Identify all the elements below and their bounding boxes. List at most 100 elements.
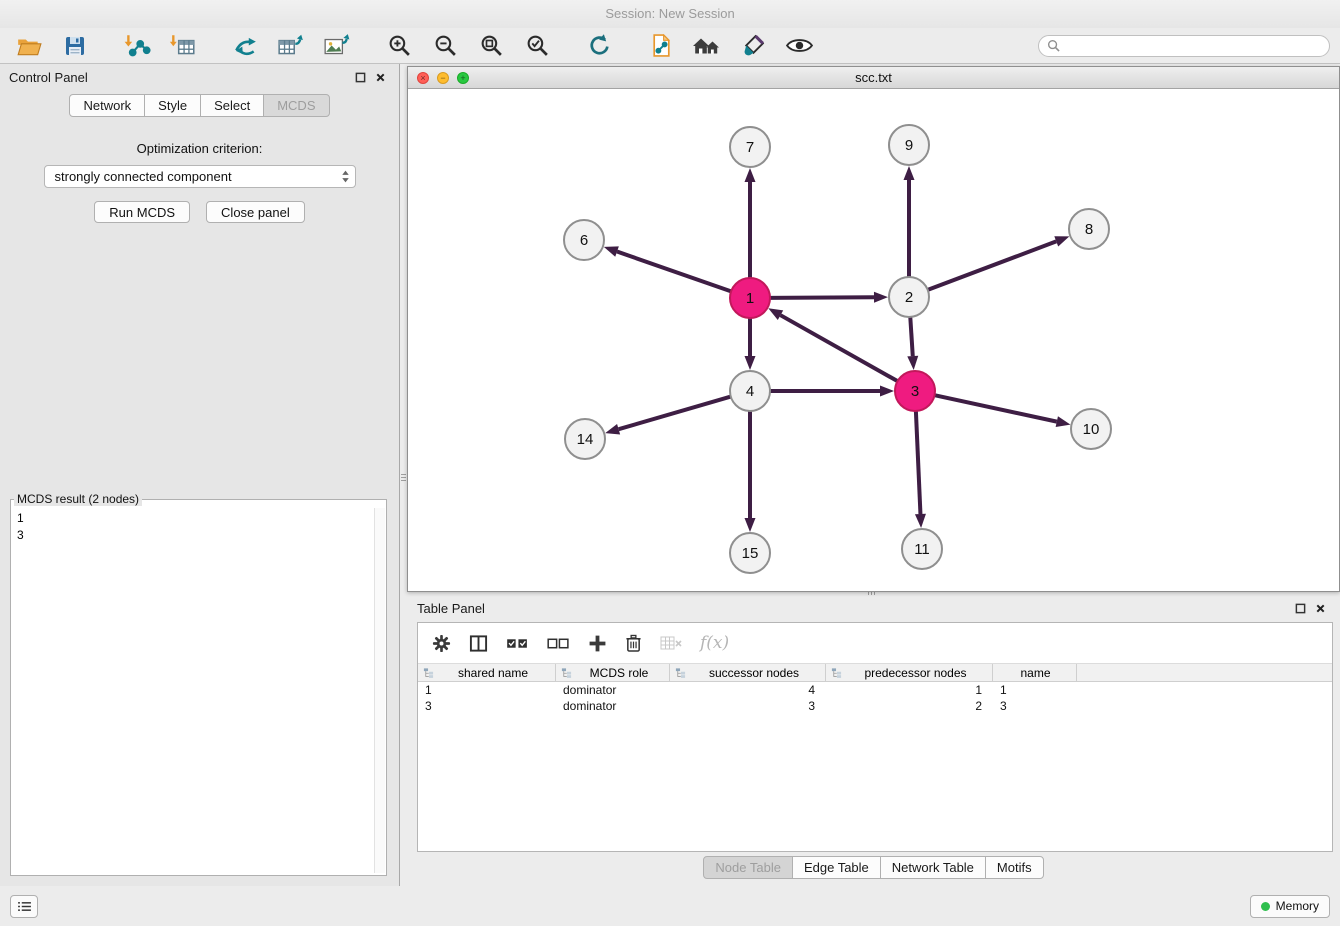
view-group [642,31,818,61]
graph-node-label: 10 [1083,421,1100,438]
export-table-button[interactable] [272,31,310,61]
graph-edge-arrowhead [915,514,926,528]
search-field[interactable] [1038,35,1330,57]
tab-select[interactable]: Select [200,94,264,117]
graph-edge-3-11[interactable] [916,411,921,514]
new-network-button[interactable] [226,31,264,61]
minimize-window-button[interactable] [437,72,449,84]
table-row[interactable]: 1 dominator 4 1 1 [418,682,1332,698]
style-brush-button[interactable] [734,31,772,61]
function-builder-button: f(x) [700,633,729,653]
tab-network[interactable]: Network [69,94,145,117]
mcds-buttons-row: Run MCDS Close panel [0,201,399,223]
cell-successor-nodes: 3 [670,698,826,714]
zoom-out-icon [433,33,458,58]
tab-motifs[interactable]: Motifs [985,856,1044,879]
export-image-icon [323,33,351,59]
main-toolbar [0,28,1340,64]
document-network-icon [649,33,674,58]
zoom-selected-button[interactable] [518,31,556,61]
graph-node-label: 15 [742,545,759,562]
memory-button[interactable]: Memory [1250,895,1330,918]
criterion-select-value: strongly connected component [55,169,341,184]
close-table-panel-button[interactable] [1310,598,1330,618]
zoom-fit-button[interactable] [472,31,510,61]
save-icon [63,34,87,58]
graph-edge-2-3[interactable] [910,317,912,356]
import-network-button[interactable] [118,31,156,61]
graph-edge-arrowhead [904,166,915,180]
column-header-name[interactable]: name [993,664,1077,681]
result-scrollbar[interactable] [374,508,385,873]
task-history-button[interactable] [10,895,38,918]
paint-brush-icon [741,33,766,58]
close-panel-button[interactable] [370,67,390,87]
delete-column-button[interactable] [625,634,642,653]
add-column-button[interactable] [588,634,607,653]
float-table-panel-button[interactable] [1290,598,1310,618]
column-header-successor-nodes[interactable]: successor nodes [670,664,826,681]
network-view-window: scc.txt 7968124314101511 [407,66,1340,592]
graph-edge-1-6[interactable] [617,252,731,292]
select-stepper-icon [341,169,350,184]
columns-icon [469,634,488,653]
open-session-button[interactable] [10,31,48,61]
zoom-in-button[interactable] [380,31,418,61]
graph-edge-3-1[interactable] [780,315,897,381]
graph-node-label: 8 [1085,221,1093,238]
graph-node-label: 3 [911,383,919,400]
homes-icon [692,34,722,58]
search-input[interactable] [1065,39,1321,53]
eye-icon [786,36,813,55]
column-header-shared-name[interactable]: shared name [418,664,556,681]
graph-edge-3-10[interactable] [935,395,1057,421]
network-window-title: scc.txt [855,70,892,85]
table-delete-icon-disabled [660,635,682,651]
tab-edge-table[interactable]: Edge Table [792,856,881,879]
zoom-fit-icon [479,33,504,58]
select-all-columns-button[interactable] [506,636,529,651]
tab-node-table[interactable]: Node Table [703,856,793,879]
import-table-button[interactable] [164,31,202,61]
graph-edge-arrowhead [907,356,918,370]
import-table-icon [169,33,197,59]
unselect-all-columns-button[interactable] [547,636,570,651]
close-window-button[interactable] [417,72,429,84]
column-header-mcds-role[interactable]: MCDS role [556,664,670,681]
criterion-select[interactable]: strongly connected component [44,165,356,188]
export-group [226,31,356,61]
tab-mcds[interactable]: MCDS [263,94,329,117]
show-details-button[interactable] [780,31,818,61]
apply-layout-button[interactable] [580,31,618,61]
cell-predecessor-nodes: 1 [826,682,993,698]
close-panel-action-button[interactable]: Close panel [206,201,305,223]
graph-node-label: 11 [914,541,930,558]
network-graph-canvas[interactable]: 7968124314101511 [408,89,1339,591]
graph-edge-arrowhead [874,292,888,303]
mcds-result-list[interactable]: 1 3 [11,508,373,873]
graph-edge-arrowhead [745,356,756,370]
show-columns-button[interactable] [469,634,488,653]
vertical-splitter[interactable] [400,462,407,492]
table-row[interactable]: 3 dominator 3 2 3 [418,698,1332,714]
delete-table-button [660,635,682,651]
network-window-titlebar: scc.txt [408,67,1339,89]
network-file-button[interactable] [642,31,680,61]
graph-edge-1-2[interactable] [770,297,874,298]
table-settings-button[interactable] [432,634,451,653]
zoom-selected-icon [525,33,550,58]
home-button[interactable] [688,31,726,61]
table-panel-tabs: Node Table Edge Table Network Table Moti… [407,856,1340,879]
float-panel-button[interactable] [350,67,370,87]
run-mcds-button[interactable]: Run MCDS [94,201,190,223]
tab-style[interactable]: Style [144,94,201,117]
column-header-predecessor-nodes[interactable]: predecessor nodes [826,664,993,681]
save-session-button[interactable] [56,31,94,61]
export-image-button[interactable] [318,31,356,61]
maximize-window-button[interactable] [457,72,469,84]
graph-node-label: 14 [577,431,594,448]
tab-network-table[interactable]: Network Table [880,856,986,879]
zoom-out-button[interactable] [426,31,464,61]
graph-edge-2-8[interactable] [928,241,1057,290]
graph-edge-4-14[interactable] [619,397,731,430]
